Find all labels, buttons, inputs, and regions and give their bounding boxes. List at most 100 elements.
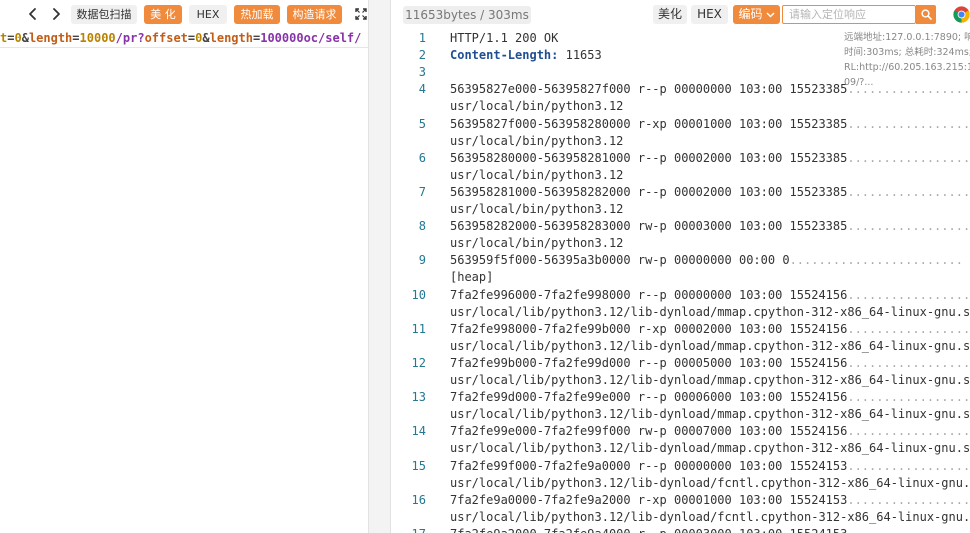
whitespace-dots: ................./ — [847, 321, 970, 336]
request-pane: 数据包扫描 美 化 HEX 热加载 构造请求 t=0&length=10000/… — [0, 0, 368, 533]
chevron-down-icon — [765, 11, 775, 18]
url-token: 10000 — [79, 31, 116, 45]
line-text: Content-Length: 11653 — [450, 48, 602, 62]
locate-response-input[interactable] — [782, 5, 916, 24]
line-text: 7fa2fe996000-7fa2fe998000 r--p 00000000 … — [450, 288, 970, 302]
whitespace-dots: ................./ — [847, 390, 970, 405]
line-text: 7fa2fe998000-7fa2fe99b000 r-xp 00002000 … — [450, 322, 970, 336]
wrapped-text: usr/local/bin/python3.12 — [450, 236, 624, 251]
wrapped-text: usr/local/bin/python3.12 — [450, 167, 624, 182]
beautify-button[interactable]: 美 化 — [144, 5, 182, 24]
whitespace-dots: ........................ — [789, 253, 963, 268]
line-value: 7fa2fe99b000-7fa2fe99d000 r--p 00005000 … — [450, 355, 848, 370]
wrapped-text: usr/local/bin/python3.12 — [450, 133, 624, 148]
line-text: 7fa2fe99d000-7fa2fe99e000 r--p 00006000 … — [450, 390, 970, 404]
url-token: 100000oc/self/ — [260, 31, 362, 45]
line-number: 14 — [411, 424, 426, 439]
line-value: 56395827f000-563958280000 r-xp 00001000 … — [450, 116, 848, 131]
line-number: 3 — [418, 65, 426, 80]
wrapped-text: usr/local/lib/python3.12/lib-dynload/mma… — [450, 407, 970, 422]
line-text: 7fa2fe99e000-7fa2fe99f000 rw-p 00007000 … — [450, 424, 970, 438]
line-value: 7fa2fe996000-7fa2fe998000 r--p 00000000 … — [450, 287, 848, 302]
line-number: 5 — [418, 116, 426, 131]
line-value: 7fa2fe99d000-7fa2fe99e000 r--p 00006000 … — [450, 390, 848, 405]
whitespace-dots: ................./ — [847, 458, 970, 473]
line-number: 13 — [411, 390, 426, 405]
line-text: 563959f5f000-56395a3b0000 rw-p 00000000 … — [450, 253, 963, 267]
response-editor[interactable]: 1 HTTP/1.1 200 OK 2 Content-Length: 11653 3 4… — [391, 29, 970, 533]
whitespace-dots: ................./ — [847, 219, 970, 234]
url-token: length — [28, 31, 73, 45]
line-number: 7 — [418, 184, 426, 199]
search-icon — [920, 9, 932, 20]
url-token: 0 — [14, 31, 22, 45]
hot-reload-button[interactable]: 热加载 — [234, 5, 280, 24]
line-value: 563959f5f000-56395a3b0000 rw-p 00000000 … — [450, 253, 790, 268]
line-number: 2 — [418, 48, 426, 63]
meta-line: 时间:303ms; 总耗时:324ms; — [844, 47, 970, 58]
line-text: 563958280000-563958281000 r--p 00002000 … — [450, 151, 970, 165]
meta-line: 09/?... — [844, 77, 874, 88]
url-token: length — [209, 31, 253, 45]
packet-scan-button[interactable]: 数据包扫描 — [71, 5, 137, 24]
chevron-left-icon — [29, 8, 36, 20]
url-token: & — [202, 31, 210, 45]
line-number: 8 — [418, 219, 426, 234]
request-meta-panel: 远端地址:127.0.0.1:7890; 响 时间:303ms; 总耗时:324… — [844, 30, 970, 90]
url-token: & — [21, 31, 29, 45]
back-button[interactable] — [23, 4, 43, 24]
line-text: 7fa2fe99b000-7fa2fe99d000 r--p 00005000 … — [450, 356, 970, 370]
request-toolbar: 数据包扫描 美 化 HEX 热加载 构造请求 — [0, 0, 368, 28]
response-size-time: 11653bytes / 303ms — [403, 6, 531, 24]
line-text: 563958282000-563958283000 rw-p 00003000 … — [450, 219, 970, 233]
wrapped-text: usr/local/bin/python3.12 — [450, 99, 624, 114]
meta-line: RL:http://60.205.163.215:1 — [844, 62, 970, 73]
line-value: 7fa2fe99e000-7fa2fe99f000 rw-p 00007000 … — [450, 424, 848, 439]
chevron-right-icon — [53, 8, 60, 20]
line-value: 7fa2fe998000-7fa2fe99b000 r-xp 00002000 … — [450, 321, 848, 336]
line-number: 11 — [411, 321, 426, 336]
pane-splitter[interactable] — [368, 0, 391, 533]
wrapped-text: usr/local/bin/python3.12 — [450, 202, 624, 216]
line-number: 15 — [411, 458, 426, 473]
forward-button[interactable] — [46, 4, 66, 24]
line-value: 563958281000-563958282000 r--p 00002000 … — [450, 184, 848, 199]
line-value: HTTP/1.1 200 OK — [450, 31, 559, 45]
line-number: 12 — [411, 355, 426, 370]
expand-icon — [355, 8, 367, 20]
request-url-line[interactable]: t=0&length=10000/pr?offset=0&length=1000… — [0, 30, 368, 48]
whitespace-dots: ................./ — [847, 287, 970, 302]
line-text: 7fa2fe99f000-7fa2fe9a0000 r--p 00000000 … — [450, 459, 970, 473]
line-number: 1 — [418, 31, 426, 45]
line-text: 56395827f000-563958280000 r-xp 00001000 … — [450, 117, 970, 131]
response-hex-button[interactable]: HEX — [691, 5, 728, 24]
line-number: 6 — [418, 150, 426, 165]
line-value: 563958282000-563958283000 rw-p 00003000 … — [450, 219, 848, 234]
whitespace-dots: ................./ — [847, 355, 970, 370]
url-token: offset — [144, 31, 188, 45]
wrapped-text: usr/local/lib/python3.12/lib-dynload/mma… — [450, 373, 970, 387]
wrapped-text: usr/local/lib/python3.12/lib-dynload/fcn… — [450, 475, 970, 490]
response-pane: 11653bytes / 303ms 美化 HEX 编码 1 HTTP/1.1 2… — [391, 0, 970, 533]
wrapped-text: usr/local/lib/python3.12/lib-dynload/mma… — [450, 304, 970, 319]
whitespace-dots: ................./ — [847, 150, 970, 165]
encode-dropdown[interactable]: 编码 — [733, 5, 780, 24]
line-value: 56395827e000-56395827f000 r--p 00000000 … — [450, 82, 848, 97]
chrome-icon[interactable] — [953, 6, 970, 23]
line-text: 7fa2fe9a0000-7fa2fe9a2000 r-xp 00001000 … — [450, 493, 970, 507]
line-value: 7fa2fe99f000-7fa2fe9a0000 r--p 00000000 … — [450, 458, 848, 473]
header-key: Content-Length: — [450, 48, 559, 63]
hex-button[interactable]: HEX — [189, 5, 227, 24]
line-value: 7fa2fe9a2000-7fa2fe9a4000 r--p 00003000 … — [450, 527, 847, 533]
line-text: 563958281000-563958282000 r--p 00002000 … — [450, 185, 970, 199]
meta-line: 远端地址:127.0.0.1:7890; 响 — [844, 32, 970, 43]
line-value: 7fa2fe9a0000-7fa2fe9a2000 r-xp 00001000 … — [450, 492, 848, 507]
line-number: 16 — [411, 492, 426, 507]
build-request-button[interactable]: 构造请求 — [287, 5, 342, 24]
wrapped-text: usr/local/lib/python3.12/lib-dynload/mma… — [450, 338, 970, 353]
whitespace-dots: ................./ — [847, 116, 970, 131]
line-value: 11653 — [558, 48, 602, 63]
response-beautify-button[interactable]: 美化 — [653, 5, 687, 24]
line-number: 17 — [391, 527, 426, 533]
search-button[interactable] — [916, 5, 936, 24]
